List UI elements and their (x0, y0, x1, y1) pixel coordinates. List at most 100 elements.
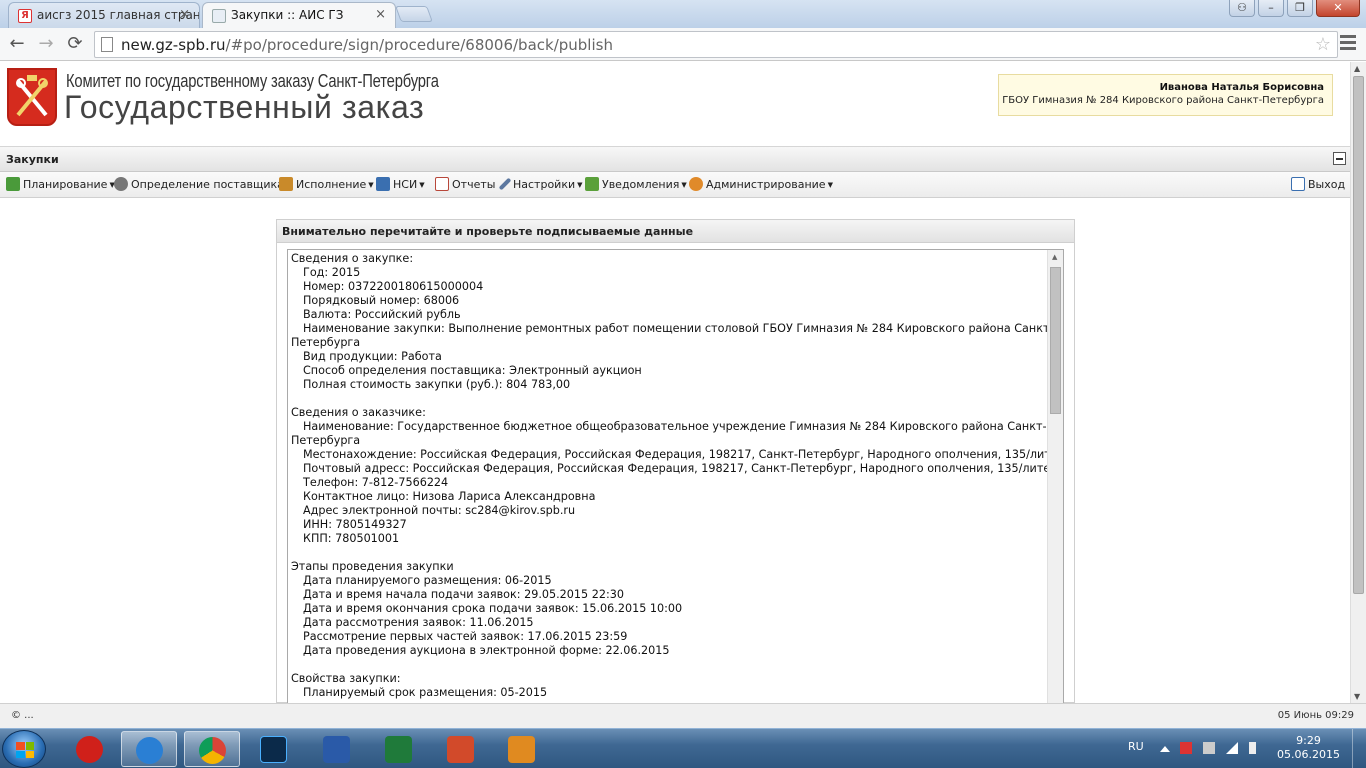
url-text[interactable]: new.gz-spb.ru/#po/procedure/sign/procedu… (121, 36, 613, 54)
close-window-button[interactable]: ✕ (1316, 0, 1360, 17)
chevron-down-icon: ▼ (827, 181, 833, 189)
start-button[interactable] (2, 730, 46, 768)
taskbar-photoshop[interactable] (246, 731, 302, 767)
text-line-indented: Планируемый срок размещения: 05-2015 (303, 686, 548, 699)
text-line-indented: Телефон: 7-812-7566224 (303, 476, 449, 489)
spb-coat-of-arms-logo (7, 68, 57, 126)
report-icon (435, 177, 449, 191)
textarea-scrollbar[interactable]: ▲ (1047, 250, 1063, 703)
reload-icon[interactable]: ⟳ (64, 34, 86, 54)
menu-planning[interactable]: Планирование ▼ (6, 176, 115, 194)
back-icon[interactable]: ← (6, 34, 28, 54)
volume-icon[interactable] (1249, 742, 1256, 754)
text-line-indented: Дата и время начала подачи заявок: 29.05… (303, 588, 624, 601)
tab-aisgz-main[interactable]: Я аисгз 2015 главная стран × (8, 2, 200, 28)
system-clock[interactable]: 9:29 05.06.2015 (1277, 734, 1340, 762)
chevron-down-icon: ▼ (577, 181, 583, 189)
show-hidden-icons-icon[interactable] (1160, 746, 1170, 752)
execution-icon (279, 177, 293, 191)
bookmark-star-icon[interactable]: ☆ (1315, 34, 1331, 55)
section-header: Закупки (0, 146, 1350, 172)
text-line: Этапы проведения закупки (291, 560, 454, 573)
main-menu: Планирование▼ Определение поставщика▼ Ис… (0, 172, 1350, 198)
text-line-indented: Адрес электронной почты: sc284@kirov.spb… (303, 504, 576, 517)
user-icon (689, 177, 703, 191)
sign-data-textarea[interactable]: Сведения о закупке: Год: 2015 Номер: 03722… (287, 249, 1064, 703)
profile-icon[interactable]: ⚇ (1229, 0, 1255, 17)
show-desktop-button[interactable] (1352, 729, 1366, 768)
browser-tabstrip: Я аисгз 2015 главная стран × Закупки :: … (0, 0, 1366, 28)
text-line-indented: Почтовый адресс: Российская Федерация, Р… (303, 462, 1064, 475)
media-player-icon (508, 736, 535, 763)
word-icon (323, 736, 350, 763)
text-line-indented: Полная стоимость закупки (руб.): 804 783… (303, 378, 571, 391)
tab-close-icon[interactable]: × (179, 7, 190, 22)
yandex-icon: Я (18, 9, 32, 23)
taskbar-ie[interactable] (121, 731, 177, 767)
taskbar-presentation[interactable] (433, 731, 489, 767)
scroll-up-icon[interactable]: ▲ (1354, 64, 1360, 73)
notification-icon (585, 177, 599, 191)
gears-icon (114, 177, 128, 191)
user-organization: ГБОУ Гимназия № 284 Кировского района Са… (1002, 95, 1324, 106)
chevron-down-icon: ▼ (681, 181, 687, 189)
menu-settings[interactable]: Настройки ▼ (498, 176, 583, 194)
tab-zakupki[interactable]: Закупки :: АИС ГЗ × (202, 2, 396, 28)
scroll-thumb[interactable] (1050, 267, 1061, 414)
language-indicator[interactable]: RU (1128, 740, 1144, 753)
address-bar[interactable]: new.gz-spb.ru/#po/procedure/sign/procedu… (94, 31, 1338, 58)
menu-supplier-determination[interactable]: Определение поставщика▼ (114, 176, 291, 194)
internet-explorer-icon (136, 737, 163, 764)
taskbar-word[interactable] (309, 731, 365, 767)
taskbar-excel[interactable] (371, 731, 427, 767)
taskbar-opera[interactable] (62, 731, 118, 767)
text-line-indented: Дата проведения аукциона в электронной ф… (303, 644, 670, 657)
page-icon (101, 37, 113, 52)
wrench-icon (498, 177, 512, 191)
menu-nsi[interactable]: НСИ ▼ (376, 176, 425, 194)
chevron-down-icon: ▼ (368, 181, 374, 189)
scroll-up-icon[interactable]: ▲ (1052, 253, 1057, 261)
photoshop-icon (260, 736, 287, 763)
windows-logo-icon (16, 742, 34, 758)
text-line-indented: Номер: 0372200180615000004 (303, 280, 484, 293)
taskbar-chrome[interactable] (184, 731, 240, 767)
text-line-indented: Контактное лицо: Низова Лариса Александр… (303, 490, 596, 503)
menu-execution[interactable]: Исполнение ▼ (279, 176, 374, 194)
menu-reports[interactable]: Отчеты (435, 176, 495, 194)
planning-icon (6, 177, 20, 191)
menu-notifications[interactable]: Уведомления ▼ (585, 176, 687, 194)
logout-button[interactable]: Выход (1291, 176, 1345, 194)
new-tab-button[interactable] (395, 6, 433, 22)
device-icon[interactable] (1203, 742, 1215, 754)
browser-toolbar: ← → ⟳ new.gz-spb.ru/#po/procedure/sign/p… (0, 28, 1366, 61)
presentation-icon (447, 736, 474, 763)
book-icon (376, 177, 390, 191)
maximize-button[interactable]: ❐ (1287, 0, 1313, 17)
copyright-text: © ... (11, 710, 34, 721)
tab-close-icon[interactable]: × (375, 7, 386, 22)
collapse-icon[interactable] (1333, 152, 1346, 165)
text-line-indented: Способ определения поставщика: Электронн… (303, 364, 642, 377)
excel-icon (385, 736, 412, 763)
signal-icon[interactable] (1226, 742, 1238, 754)
text-line-indented: Порядковый номер: 68006 (303, 294, 460, 307)
taskbar-media-player[interactable] (494, 731, 550, 767)
minimize-button[interactable]: – (1258, 0, 1284, 17)
scroll-down-icon[interactable]: ▼ (1354, 692, 1360, 701)
status-bar: © ... 05 Июнь 09:29 (0, 703, 1366, 728)
clock-date: 05.06.2015 (1277, 748, 1340, 761)
scroll-thumb[interactable] (1353, 76, 1364, 594)
text-line-indented: Местонахождение: Российская Федерация, Р… (303, 448, 1064, 461)
text-line-indented: Год: 2015 (303, 266, 361, 279)
chrome-menu-icon[interactable] (1340, 35, 1356, 51)
chrome-icon (199, 737, 226, 764)
user-info-box: Иванова Наталья Борисовна ГБОУ Гимназия … (998, 74, 1333, 116)
network-warning-icon[interactable] (1180, 742, 1192, 754)
menu-administration[interactable]: Администрирование ▼ (689, 176, 833, 194)
logout-icon (1291, 177, 1305, 191)
opera-icon (76, 736, 103, 763)
page-scrollbar[interactable]: ▲ ▼ (1350, 62, 1366, 703)
forward-icon[interactable]: → (35, 34, 57, 54)
